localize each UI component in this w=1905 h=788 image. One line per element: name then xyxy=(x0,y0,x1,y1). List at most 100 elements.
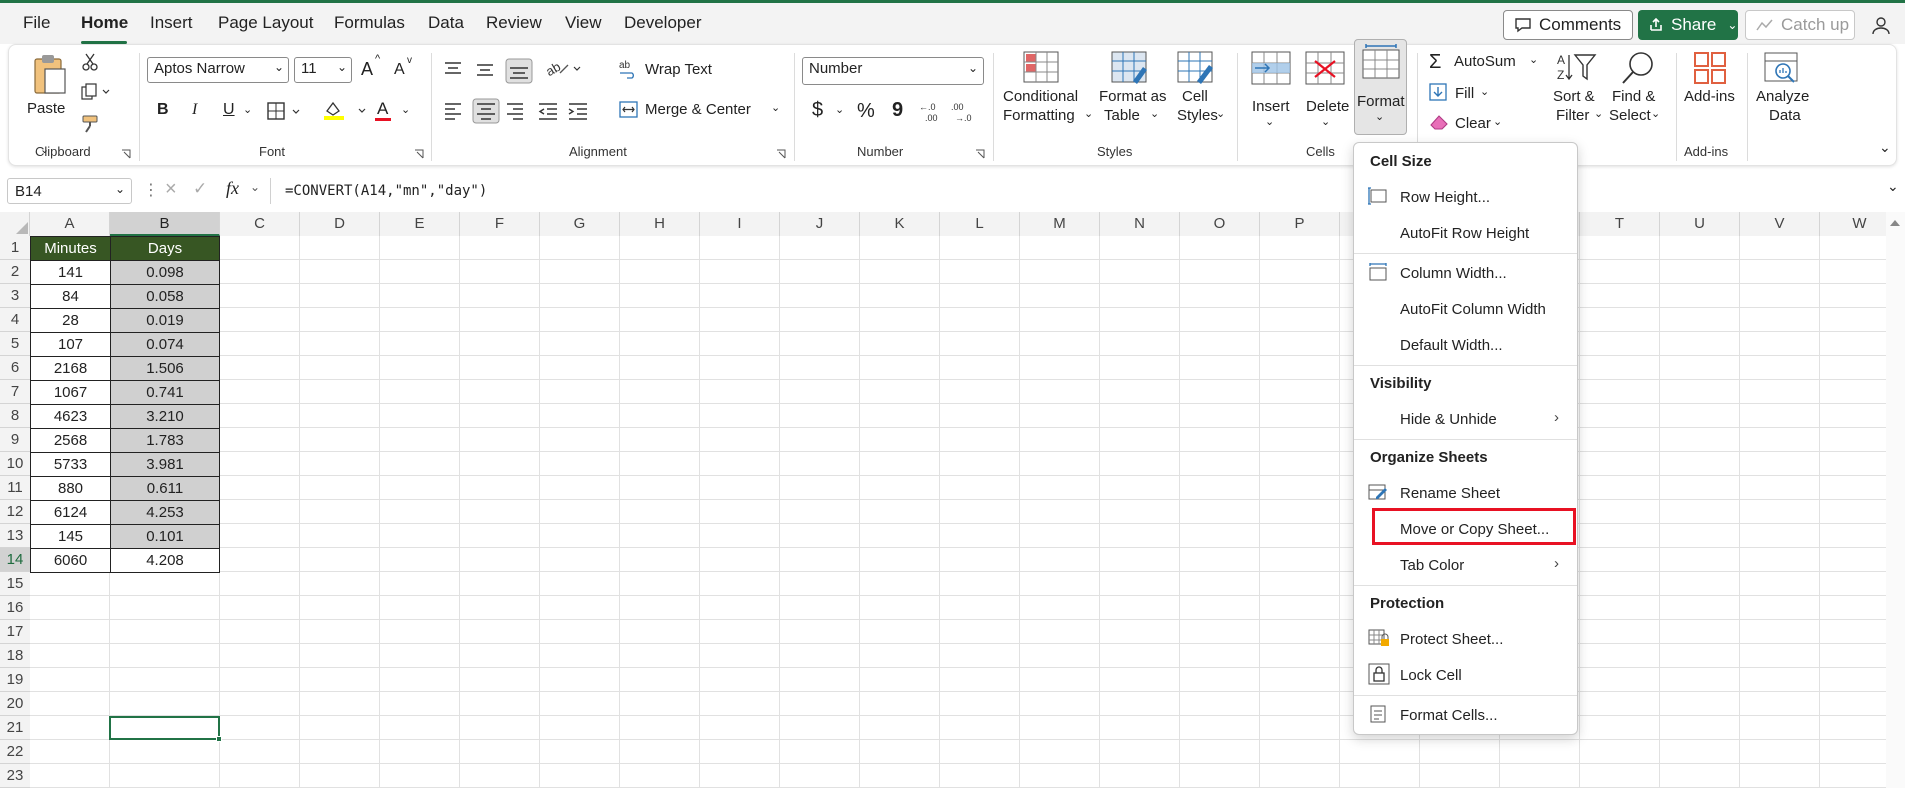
row-header-9[interactable]: 9 xyxy=(0,428,30,452)
row-header-11[interactable]: 11 xyxy=(0,476,30,500)
comma-style-button[interactable]: 9 xyxy=(892,99,903,122)
accounting-format-button[interactable]: $ xyxy=(812,99,823,122)
menu-item-format-cells[interactable]: Format Cells... xyxy=(1400,707,1498,724)
wrap-text-button[interactable]: Wrap Text xyxy=(645,61,712,78)
row-header-7[interactable]: 7 xyxy=(0,380,30,404)
cut-icon[interactable] xyxy=(81,53,99,71)
copy-icon[interactable] xyxy=(81,83,111,101)
table-cell-days[interactable]: 0.101 xyxy=(110,524,220,549)
table-cell-days[interactable]: 4.253 xyxy=(110,500,220,525)
table-cell-minutes[interactable]: 2168 xyxy=(30,356,111,381)
table-cell-days[interactable]: 0.058 xyxy=(110,284,220,309)
menu-item-column-width[interactable]: Column Width... xyxy=(1400,265,1507,282)
vertical-scrollbar[interactable] xyxy=(1886,212,1905,788)
table-cell-minutes[interactable]: 4623 xyxy=(30,404,111,429)
italic-button[interactable]: I xyxy=(192,101,197,119)
table-cell-days[interactable]: 0.019 xyxy=(110,308,220,333)
analyze-data-icon[interactable] xyxy=(1763,51,1803,85)
conditional-formatting-icon[interactable] xyxy=(1023,51,1059,83)
find-select-label[interactable]: Find & xyxy=(1612,87,1655,106)
format-as-table-icon[interactable] xyxy=(1111,51,1149,85)
analyze-data-label-2[interactable]: Data xyxy=(1769,106,1801,125)
format-as-table-label[interactable]: Format as xyxy=(1099,87,1167,106)
scroll-up-icon[interactable] xyxy=(1888,218,1902,228)
column-header-t[interactable]: T xyxy=(1580,212,1660,236)
menu-item-tab-color[interactable]: Tab Color xyxy=(1400,557,1464,574)
cell-styles-label[interactable]: Cell xyxy=(1182,87,1208,106)
autosum-icon[interactable]: Σ xyxy=(1429,51,1441,74)
table-header-minutes[interactable]: Minutes xyxy=(30,236,111,261)
row-header-14[interactable]: 14 xyxy=(0,548,30,572)
table-cell-minutes[interactable]: 880 xyxy=(30,476,111,501)
column-header-j[interactable]: J xyxy=(780,212,860,236)
column-header-l[interactable]: L xyxy=(940,212,1020,236)
row-header-3[interactable]: 3 xyxy=(0,284,30,308)
row-header-18[interactable]: 18 xyxy=(0,644,30,668)
clipboard-launcher-icon[interactable] xyxy=(121,149,131,159)
clear-button[interactable]: Clear xyxy=(1455,115,1491,132)
increase-font-button[interactable]: A xyxy=(361,59,373,80)
table-cell-minutes[interactable]: 5733 xyxy=(30,452,111,477)
table-cell-minutes[interactable]: 2568 xyxy=(30,428,111,453)
fill-icon[interactable] xyxy=(1429,83,1449,101)
menu-item-row-height[interactable]: Row Height... xyxy=(1400,189,1490,206)
table-cell-minutes[interactable]: 145 xyxy=(30,524,111,549)
more-options-icon[interactable]: ⋮ xyxy=(143,180,159,200)
table-cell-minutes[interactable]: 6124 xyxy=(30,500,111,525)
column-header-c[interactable]: C xyxy=(220,212,300,236)
tab-review[interactable]: Review xyxy=(486,13,542,33)
row-header-15[interactable]: 15 xyxy=(0,572,30,596)
tab-formulas[interactable]: Formulas xyxy=(334,13,405,33)
column-header-e[interactable]: E xyxy=(380,212,460,236)
row-header-10[interactable]: 10 xyxy=(0,452,30,476)
select-all-corner[interactable] xyxy=(0,212,30,236)
insert-label[interactable]: Insert xyxy=(1252,97,1290,116)
font-color-dropdown-icon[interactable]: ⌄ xyxy=(401,103,410,116)
row-header-13[interactable]: 13 xyxy=(0,524,30,548)
percent-style-button[interactable]: % xyxy=(857,100,875,123)
row-header-19[interactable]: 19 xyxy=(0,668,30,692)
cell-styles-icon[interactable] xyxy=(1177,51,1215,85)
autosum-button[interactable]: AutoSum xyxy=(1454,53,1516,70)
merge-center-button[interactable]: Merge & Center xyxy=(645,101,751,118)
delete-cells-icon[interactable] xyxy=(1305,51,1345,87)
font-launcher-icon[interactable] xyxy=(414,149,424,159)
table-cell-minutes[interactable]: 6060 xyxy=(30,548,111,573)
table-cell-minutes[interactable]: 1067 xyxy=(30,380,111,405)
column-header-f[interactable]: F xyxy=(460,212,540,236)
fx-dropdown-icon[interactable]: ⌄ xyxy=(250,180,260,194)
fill-button[interactable]: Fill xyxy=(1455,85,1474,102)
table-cell-days[interactable]: 4.208 xyxy=(110,548,220,573)
column-header-m[interactable]: M xyxy=(1020,212,1100,236)
number-launcher-icon[interactable] xyxy=(975,149,985,159)
merge-dropdown-icon[interactable]: ⌄ xyxy=(771,101,780,114)
borders-icon[interactable] xyxy=(267,102,303,120)
menu-item-protect-sheet[interactable]: Protect Sheet... xyxy=(1400,631,1503,648)
column-header-i[interactable]: I xyxy=(700,212,780,236)
row-header-23[interactable]: 23 xyxy=(0,764,30,788)
tab-developer[interactable]: Developer xyxy=(624,13,702,33)
horizontal-align-icons[interactable] xyxy=(443,98,589,124)
row-header-21[interactable]: 21 xyxy=(0,716,30,740)
sort-filter-label-2[interactable]: Filter xyxy=(1556,106,1589,125)
alignment-launcher-icon[interactable] xyxy=(776,149,786,159)
column-header-a[interactable]: A xyxy=(30,212,110,236)
row-header-6[interactable]: 6 xyxy=(0,356,30,380)
comments-button[interactable]: Comments xyxy=(1503,10,1633,40)
decimal-buttons-icon[interactable]: ←.0.00.00→.0 xyxy=(919,101,979,123)
row-header-17[interactable]: 17 xyxy=(0,620,30,644)
menu-item-hide-unhide[interactable]: Hide & Unhide xyxy=(1400,411,1497,428)
accounting-dropdown-icon[interactable]: ⌄ xyxy=(835,103,844,116)
column-header-v[interactable]: V xyxy=(1740,212,1820,236)
bold-button[interactable]: B xyxy=(157,101,169,119)
table-cell-days[interactable]: 0.741 xyxy=(110,380,220,405)
name-box[interactable]: B14 ⌄ xyxy=(7,178,132,204)
table-cell-days[interactable]: 1.506 xyxy=(110,356,220,381)
wrap-text-icon[interactable]: ab xyxy=(619,59,639,79)
table-cell-minutes[interactable]: 107 xyxy=(30,332,111,357)
tab-data[interactable]: Data xyxy=(428,13,464,33)
tab-view[interactable]: View xyxy=(565,13,602,33)
table-cell-days[interactable]: 0.074 xyxy=(110,332,220,357)
merge-center-icon[interactable] xyxy=(619,101,639,119)
column-header-h[interactable]: H xyxy=(620,212,700,236)
